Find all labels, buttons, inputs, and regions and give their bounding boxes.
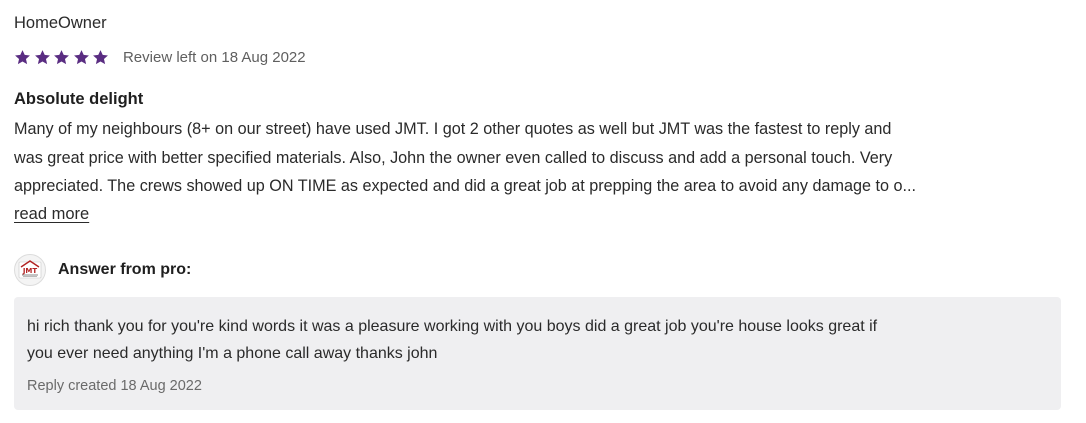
pro-reply-text: hi rich thank you for you're kind words … <box>27 313 1052 367</box>
star-icon <box>92 49 109 66</box>
star-icon <box>73 49 90 66</box>
star-rating <box>14 49 112 66</box>
star-icon <box>53 49 70 66</box>
review-body-line: appreciated. The crews showed up ON TIME… <box>14 177 916 195</box>
pro-reply-line: you ever need anything I'm a phone call … <box>27 345 438 362</box>
read-more-link[interactable]: read more <box>14 200 89 228</box>
rating-row: Review left on 18 Aug 2022 <box>14 45 306 69</box>
pro-reply-line: hi rich thank you for you're kind words … <box>27 318 878 335</box>
pro-reply-box: hi rich thank you for you're kind words … <box>14 297 1061 410</box>
answer-label: Answer from pro: <box>58 261 192 278</box>
logo-text: JMT <box>22 267 38 275</box>
star-icon <box>34 49 51 66</box>
reply-date: Reply created 18 Aug 2022 <box>27 378 202 394</box>
review-body-line: was great price with better specified ma… <box>14 148 893 167</box>
review-date: Review left on 18 Aug 2022 <box>122 48 306 66</box>
review-body-line: Many of my neighbours (8+ on our street)… <box>14 120 892 138</box>
jmt-roofing-logo-icon: JMT <box>14 254 46 286</box>
review-title: Absolute delight <box>14 90 144 108</box>
review-body: Many of my neighbours (8+ on our street)… <box>14 115 1064 201</box>
pro-answer-header: JMT Answer from pro: <box>14 253 191 287</box>
reviewer-name: HomeOwner <box>14 14 107 32</box>
star-icon <box>14 49 31 66</box>
